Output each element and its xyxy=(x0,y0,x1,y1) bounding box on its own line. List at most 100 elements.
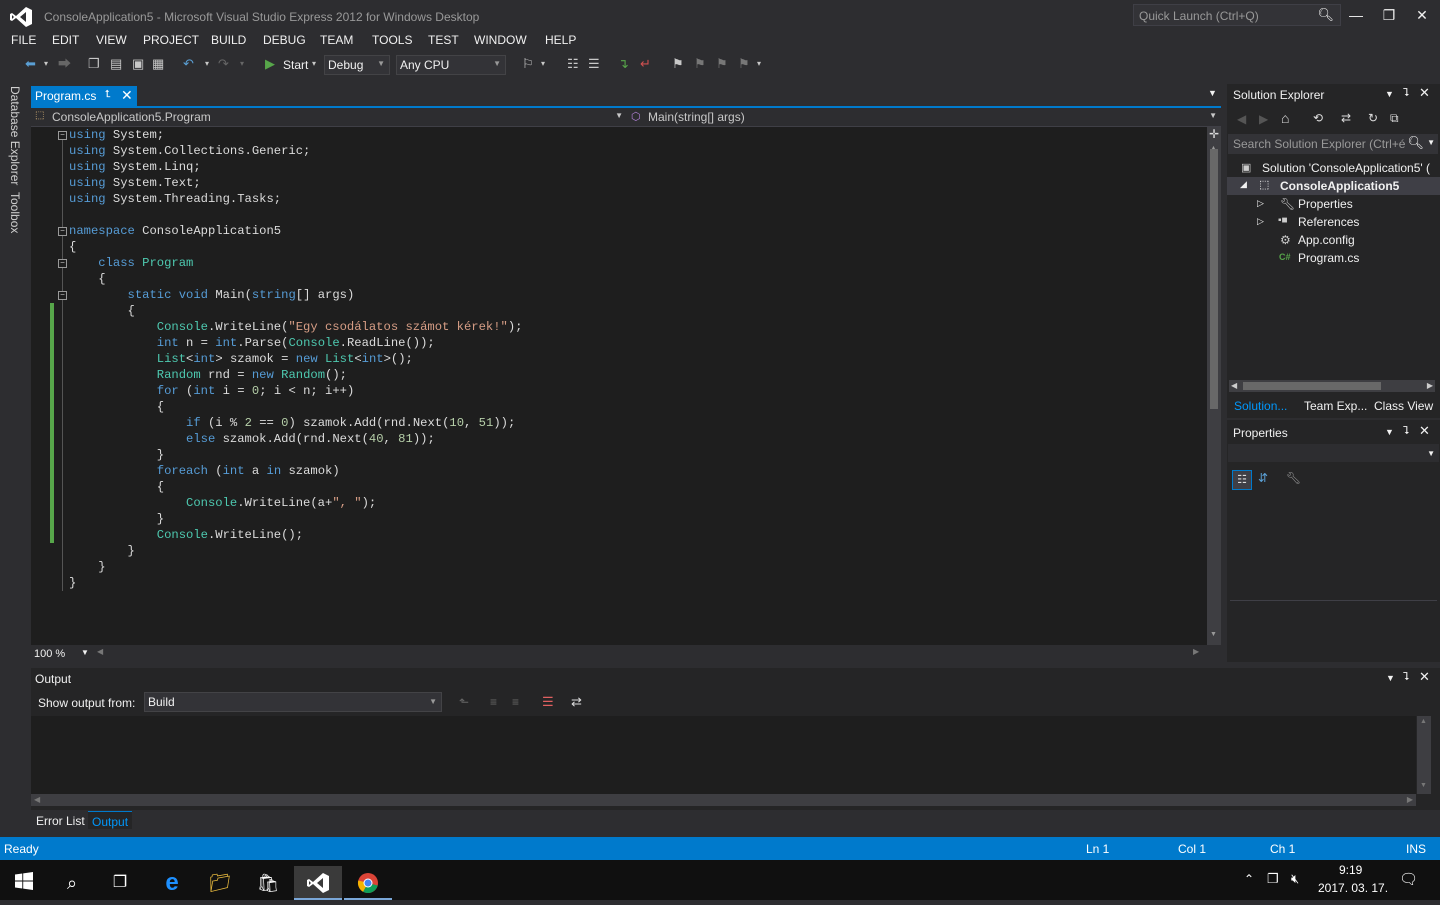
code-line[interactable]: } xyxy=(69,559,522,575)
close-icon[interactable]: ✕ xyxy=(1419,669,1430,685)
toolbar-customize-icon[interactable]: ▾ xyxy=(757,57,761,71)
network-icon[interactable]: ❐ xyxy=(1267,871,1279,887)
scroll-left-icon[interactable]: ◀ xyxy=(97,647,103,656)
code-line[interactable]: if (i % 2 == 0) szamok.Add(rnd.Next(10, … xyxy=(69,415,522,431)
tree-references[interactable]: References xyxy=(1298,215,1359,229)
search-icon[interactable]: ⌕ xyxy=(48,866,96,900)
code-line[interactable]: } xyxy=(69,447,522,463)
code-line[interactable]: using System.Collections.Generic; xyxy=(69,143,522,159)
tab-program-cs[interactable]: Program.cs ⮤ ✕ xyxy=(31,86,137,106)
code-editor[interactable]: using System; using System.Collections.Ge… xyxy=(31,127,1207,645)
scroll-left-icon[interactable]: ◀ xyxy=(1231,381,1237,390)
find-in-files-icon[interactable]: ⚐ xyxy=(522,57,534,71)
navigate-forward-icon[interactable]: ⮕ xyxy=(58,57,71,71)
configuration-select[interactable]: Debug ▼ xyxy=(324,55,390,75)
editor-vertical-scrollbar[interactable]: ✛ ▲ ▼ xyxy=(1207,127,1221,645)
menu-view[interactable]: VIEW xyxy=(96,33,127,47)
output-source-select[interactable]: Build ▼ xyxy=(144,692,442,712)
code-line[interactable]: Random rnd = new Random(); xyxy=(69,367,522,383)
tree-app-config[interactable]: App.config xyxy=(1298,233,1355,247)
quick-launch-input[interactable]: Quick Launch (Ctrl+Q) 🔍︎ xyxy=(1133,4,1341,26)
new-project-icon[interactable]: ❐ xyxy=(88,57,100,71)
clock-time[interactable]: 9:19 xyxy=(1339,863,1362,877)
search-icon[interactable]: 🔍︎ xyxy=(1407,135,1424,151)
pin-icon[interactable]: ⮧ xyxy=(1403,425,1410,438)
code-line[interactable]: { xyxy=(69,303,522,319)
solution-search-input[interactable]: Search Solution Explorer (Ctrl+é 🔍︎ ▼ xyxy=(1228,134,1438,154)
code-line[interactable]: { xyxy=(69,271,522,287)
code-line[interactable]: using System.Linq; xyxy=(69,159,522,175)
menu-team[interactable]: TEAM xyxy=(320,33,353,47)
code-line[interactable]: Console.WriteLine("Egy csodálatos számot… xyxy=(69,319,523,335)
task-view-icon[interactable]: ❐ xyxy=(96,866,144,900)
close-icon[interactable]: ✕ xyxy=(1419,423,1430,439)
code-line[interactable]: else szamok.Add(rnd.Next(40, 81)); xyxy=(69,431,522,447)
code-line[interactable]: { xyxy=(69,479,522,495)
previous-bookmark-icon[interactable]: ⚑ xyxy=(694,57,706,71)
code-line[interactable]: foreach (int a in szamok) xyxy=(69,463,522,479)
panel-dropdown-icon[interactable]: ▼ xyxy=(1385,427,1394,437)
alphabetical-icon[interactable]: ⇵ xyxy=(1258,471,1268,485)
zoom-select[interactable]: 100 % ▼ xyxy=(31,646,91,661)
save-all-icon[interactable]: ▦ xyxy=(152,57,164,71)
code-line[interactable]: } xyxy=(69,575,522,591)
code-line[interactable]: Console.WriteLine(); xyxy=(69,527,522,543)
object-selector[interactable]: ▼ xyxy=(1228,444,1439,462)
navigate-back-icon[interactable]: ⬅ xyxy=(25,57,36,71)
search-icon[interactable]: 🔍︎ xyxy=(1317,7,1334,23)
undo-dropdown-icon[interactable]: ▾ xyxy=(205,57,209,71)
categorized-icon[interactable]: ☷ xyxy=(1232,470,1252,490)
tree-project-row[interactable]: ◢ ⬚ ConsoleApplication5 xyxy=(1227,177,1440,195)
database-explorer-tab[interactable]: Database Explorer xyxy=(8,86,22,185)
clear-bookmarks-icon[interactable]: ⚑ xyxy=(738,57,750,71)
action-center-icon[interactable]: 🗨︎ xyxy=(1399,870,1418,888)
tree-solution[interactable]: Solution 'ConsoleApplication5' ( xyxy=(1262,161,1430,175)
output-horizontal-scrollbar[interactable]: ◀ ▶ xyxy=(31,794,1416,806)
solution-horizontal-scrollbar[interactable]: ◀ ▶ xyxy=(1229,380,1435,392)
menu-help[interactable]: HELP xyxy=(545,33,576,47)
home-icon[interactable]: ⌂ xyxy=(1281,110,1289,126)
tab-error-list[interactable]: Error List xyxy=(36,814,85,828)
panel-dropdown-icon[interactable]: ▼ xyxy=(1386,673,1395,683)
scroll-right-icon[interactable]: ▶ xyxy=(1427,381,1433,390)
toolbar-overflow-icon[interactable]: ▾ xyxy=(541,57,545,71)
back-icon[interactable]: ◀ xyxy=(1237,112,1246,126)
close-tab-icon[interactable]: ✕ xyxy=(121,87,133,104)
collapsed-arrow-icon[interactable]: ▷ xyxy=(1257,198,1264,209)
chevron-down-icon[interactable]: ▼ xyxy=(1427,138,1435,147)
collapse-method-icon[interactable]: − xyxy=(58,291,67,300)
scroll-up-icon[interactable]: ▲ xyxy=(1420,718,1427,725)
tree-program-cs[interactable]: Program.cs xyxy=(1298,251,1359,265)
redo-dropdown-icon[interactable]: ▾ xyxy=(240,57,244,71)
toolbox-tab[interactable]: Toolbox xyxy=(8,192,22,233)
type-dropdown[interactable]: ⬚ ConsoleApplication5.Program ▼ xyxy=(35,109,625,125)
tab-solution[interactable]: Solution... xyxy=(1234,399,1287,413)
step-over-icon[interactable]: ↵ xyxy=(640,57,651,71)
scroll-down-icon[interactable]: ▼ xyxy=(1420,782,1427,789)
menu-file[interactable]: FILE xyxy=(11,33,36,47)
code-line[interactable]: class Program xyxy=(69,255,522,271)
back-dropdown-icon[interactable]: ▾ xyxy=(44,57,48,71)
scroll-right-icon[interactable]: ▶ xyxy=(1193,647,1199,656)
visual-studio-taskbar-icon[interactable] xyxy=(294,866,342,900)
minimize-button[interactable]: — xyxy=(1339,4,1373,26)
code-line[interactable]: { xyxy=(69,399,522,415)
code-line[interactable]: using System.Threading.Tasks; xyxy=(69,191,522,207)
code-line[interactable]: for (int i = 0; i < n; i++) xyxy=(69,383,522,399)
menu-edit[interactable]: EDIT xyxy=(52,33,79,47)
code-line[interactable]: } xyxy=(69,543,522,559)
menu-project[interactable]: PROJECT xyxy=(143,33,199,47)
expanded-arrow-icon[interactable]: ◢ xyxy=(1240,179,1247,190)
scrollbar-thumb[interactable] xyxy=(1243,382,1381,390)
output-vertical-scrollbar[interactable]: ▲ ▼ xyxy=(1417,716,1431,794)
collapse-class-icon[interactable]: − xyxy=(58,259,67,268)
collapse-usings-icon[interactable]: − xyxy=(58,131,67,140)
split-window-icon[interactable]: ✛ xyxy=(1209,127,1219,141)
sync-icon[interactable]: ⟲ xyxy=(1313,111,1323,125)
show-hidden-icons-icon[interactable]: ⌃ xyxy=(1244,872,1254,886)
properties-window-icon[interactable]: ☰ xyxy=(588,57,600,71)
step-into-icon[interactable]: ↴ xyxy=(618,57,629,71)
refresh-icon[interactable]: ↻ xyxy=(1368,111,1378,125)
menu-tools[interactable]: TOOLS xyxy=(372,33,412,47)
save-icon[interactable]: ▣ xyxy=(132,57,144,71)
